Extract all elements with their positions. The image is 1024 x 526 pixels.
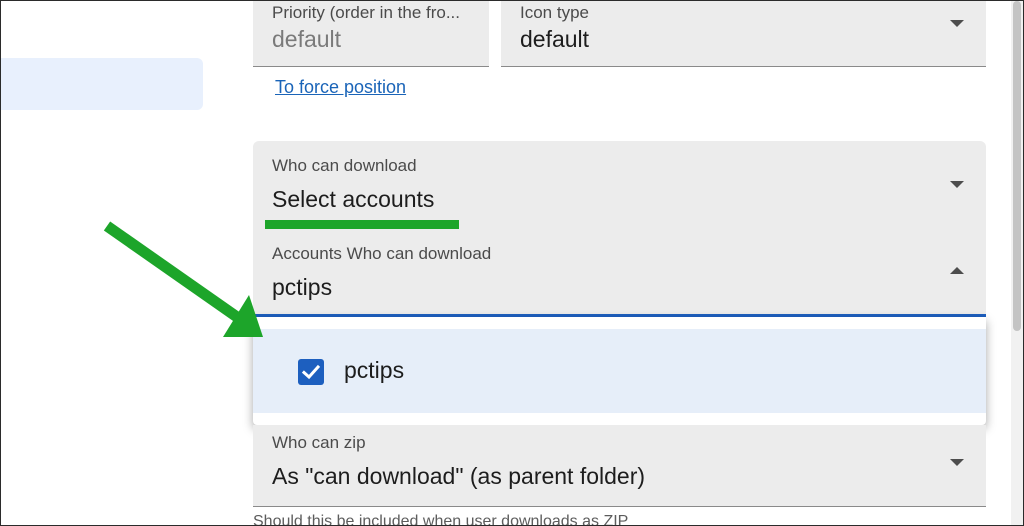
- who-can-zip-value: As "can download" (as parent folder): [272, 463, 646, 489]
- dropdown-option-pctips[interactable]: pctips: [253, 329, 986, 413]
- scrollbar[interactable]: [1011, 1, 1023, 525]
- annotation-underline: [265, 220, 459, 229]
- app-window: Priority (order in the fro... default Ic…: [0, 0, 1024, 526]
- icon-type-select[interactable]: Icon type default: [501, 1, 986, 67]
- accounts-dropdown-menu: pctips: [253, 317, 986, 425]
- who-can-zip-select[interactable]: Who can zip As "can download" (as parent…: [253, 425, 986, 507]
- option-checkbox[interactable]: [298, 359, 324, 385]
- priority-field[interactable]: Priority (order in the fro... default: [253, 1, 489, 67]
- chevron-up-icon[interactable]: [950, 267, 964, 274]
- icon-type-value: default: [520, 26, 590, 52]
- who-can-download-label: Who can download: [272, 156, 417, 175]
- sidebar-selected-item[interactable]: [1, 58, 203, 110]
- priority-value[interactable]: default: [272, 26, 341, 53]
- check-icon: [301, 364, 321, 380]
- force-position-link[interactable]: To force position: [275, 77, 406, 98]
- who-can-zip-label: Who can zip: [272, 433, 366, 452]
- icon-type-label: Icon type: [520, 3, 589, 22]
- scrollbar-thumb[interactable]: [1013, 1, 1021, 331]
- chevron-down-icon[interactable]: [950, 459, 964, 466]
- accounts-who-can-download-value: pctips: [272, 274, 333, 300]
- priority-label: Priority (order in the fro...: [272, 3, 461, 22]
- chevron-down-icon[interactable]: [950, 181, 964, 188]
- chevron-down-icon[interactable]: [950, 20, 964, 27]
- who-can-download-select[interactable]: Who can download Select accounts: [253, 141, 986, 229]
- zip-helper-text: Should this be included when user downlo…: [253, 513, 629, 526]
- who-can-download-value: Select accounts: [272, 186, 435, 212]
- option-label: pctips: [344, 357, 405, 383]
- accounts-who-can-download-select[interactable]: Accounts Who can download pctips: [253, 229, 986, 317]
- accounts-who-can-download-label: Accounts Who can download: [272, 244, 492, 263]
